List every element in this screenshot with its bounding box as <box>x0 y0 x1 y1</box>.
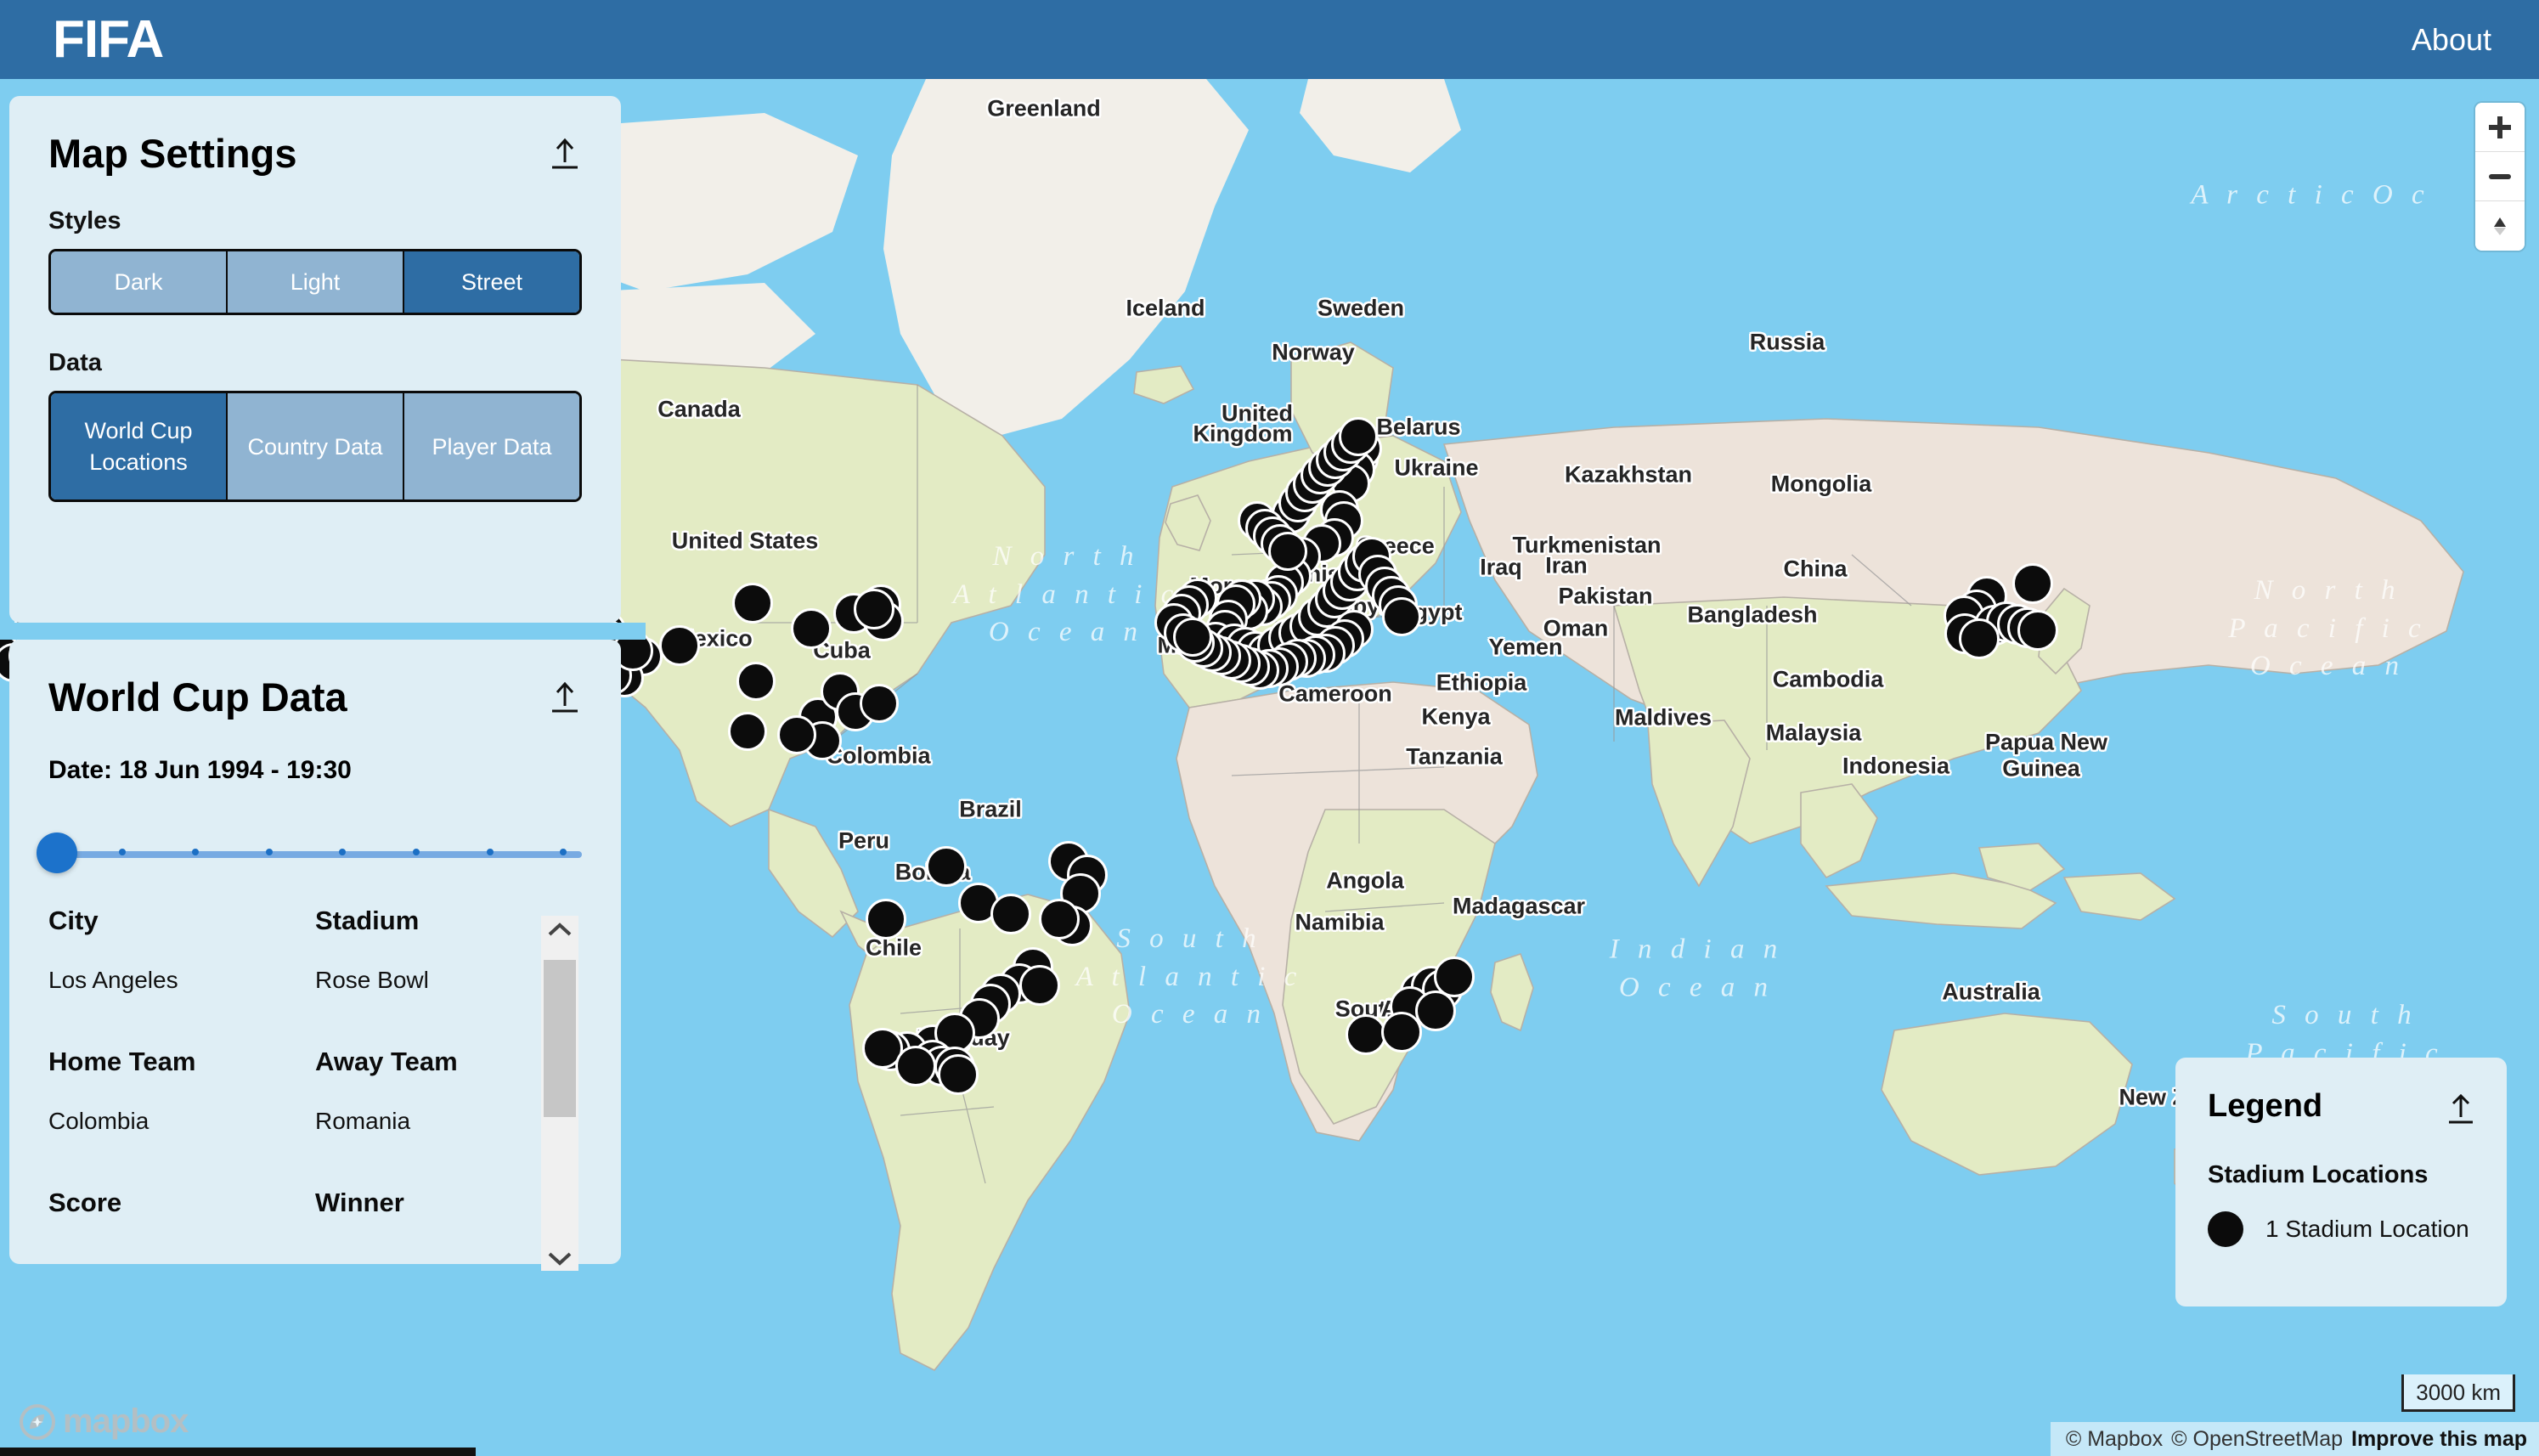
map-navigation-control[interactable] <box>2475 103 2525 251</box>
city-value: Los Angeles <box>48 967 178 993</box>
stadium-marker[interactable] <box>777 715 816 754</box>
slider-tick <box>339 849 347 855</box>
scrollbar-thumb[interactable] <box>544 960 576 1117</box>
legend-collapse-button[interactable] <box>2444 1092 2478 1129</box>
data-label: Data <box>48 349 102 377</box>
style-option-dark[interactable]: Dark <box>51 251 228 313</box>
stadium-marker[interactable] <box>938 1054 979 1095</box>
stadium-marker[interactable] <box>990 894 1031 934</box>
slider-tick <box>560 849 567 855</box>
slider-tick <box>486 849 494 855</box>
stadium-marker[interactable] <box>2012 563 2053 604</box>
stadium-marker[interactable] <box>866 899 906 940</box>
stadium-marker[interactable] <box>659 625 700 666</box>
stadium-marker[interactable] <box>1019 965 1060 1006</box>
stadium-marker[interactable] <box>728 712 767 751</box>
map-settings-header: Map Settings <box>9 96 621 173</box>
city-label: City <box>48 906 99 935</box>
stadium-marker[interactable] <box>1381 1012 1422 1052</box>
world-cup-header: World Cup Data <box>9 640 621 717</box>
stadium-marker[interactable] <box>1173 618 1212 657</box>
zoom-in-button[interactable] <box>2475 103 2525 152</box>
data-option-world-cup-locations[interactable]: World Cup Locations <box>51 393 228 500</box>
match-details-grid: City Stadium Los Angeles Rose Bowl Home … <box>48 906 582 1249</box>
data-option-country-data[interactable]: Country Data <box>228 393 404 500</box>
table-row: Home Team Away Team <box>48 1047 582 1108</box>
slider-tick <box>265 849 273 855</box>
legend-subtitle: Stadium Locations <box>2208 1161 2429 1188</box>
home-team-value: Colombia <box>48 1108 150 1134</box>
table-row: Los Angeles Rose Bowl <box>48 967 582 1047</box>
map-style-toggle-group[interactable]: Dark Light Street <box>48 249 582 316</box>
bottom-strip <box>0 1448 476 1456</box>
stadium-marker[interactable] <box>2017 610 2058 651</box>
slider-track[interactable] <box>48 851 582 858</box>
legend-header: Legend <box>2175 1058 2507 1127</box>
improve-map-link[interactable]: Improve this map <box>2351 1427 2527 1452</box>
stadium-marker[interactable] <box>1382 597 1421 636</box>
legend-panel: Legend Stadium Locations 1 Stadium Locat… <box>2175 1058 2507 1306</box>
compass-icon[interactable] <box>2475 201 2525 251</box>
legend-entry: 1 Stadium Location <box>2208 1211 2507 1247</box>
timeline-slider[interactable] <box>37 832 582 875</box>
map-settings-title: Map Settings <box>48 131 297 176</box>
table-row: Score Winner <box>48 1188 582 1249</box>
panel-divider <box>0 623 646 640</box>
map-settings-panel: Map Settings Styles Dark Light Street Da… <box>9 96 621 623</box>
world-cup-title: World Cup Data <box>48 674 347 720</box>
scroll-down-arrow-icon[interactable] <box>545 1249 574 1267</box>
map-settings-collapse-button[interactable] <box>548 135 582 172</box>
slider-tick <box>192 849 200 855</box>
mapbox-logo[interactable]: mapbox <box>19 1402 189 1441</box>
home-team-label: Home Team <box>48 1047 196 1076</box>
stadium-marker[interactable] <box>736 662 776 701</box>
match-details-list[interactable]: City Stadium Los Angeles Rose Bowl Home … <box>48 906 582 1271</box>
styles-label: Styles <box>48 207 121 234</box>
style-option-street[interactable]: Street <box>404 251 579 313</box>
score-label: Score <box>48 1188 122 1217</box>
mapbox-attribution-link[interactable]: © Mapbox <box>2066 1427 2163 1452</box>
style-option-light[interactable]: Light <box>228 251 404 313</box>
stadium-marker[interactable] <box>1039 899 1080 940</box>
stadium-marker[interactable] <box>1434 957 1475 997</box>
stadium-marker[interactable] <box>1339 417 1378 456</box>
details-scrollbar[interactable] <box>541 916 578 1271</box>
table-row: Colombia Romania <box>48 1108 582 1188</box>
about-link[interactable]: About <box>2412 22 2491 58</box>
stadium-marker[interactable] <box>854 589 894 629</box>
legend-entry-label: 1 Stadium Location <box>2265 1216 2469 1242</box>
table-row: City Stadium <box>48 906 582 967</box>
stadium-marker[interactable] <box>895 1046 936 1086</box>
zoom-out-button[interactable] <box>2475 152 2525 201</box>
osm-attribution-link[interactable]: © OpenStreetMap <box>2171 1427 2343 1452</box>
stadium-marker[interactable] <box>732 583 773 624</box>
slider-tick <box>118 849 126 855</box>
stadium-marker[interactable] <box>1268 532 1307 571</box>
stadium-marker[interactable] <box>791 608 832 649</box>
stadium-marker[interactable] <box>1959 618 2000 659</box>
match-date: Date: 18 Jun 1994 - 19:30 <box>48 756 352 784</box>
world-cup-collapse-button[interactable] <box>548 679 582 716</box>
legend-dot-icon <box>2208 1211 2243 1247</box>
mapbox-logo-text: mapbox <box>63 1402 189 1440</box>
stadium-marker[interactable] <box>926 846 967 887</box>
scroll-up-arrow-icon[interactable] <box>545 921 574 940</box>
map-attribution: © Mapbox © OpenStreetMap Improve this ma… <box>2050 1422 2539 1456</box>
slider-tick <box>413 849 420 855</box>
legend-title: Legend <box>2208 1088 2323 1124</box>
slider-thumb[interactable] <box>37 832 77 873</box>
data-option-player-data[interactable]: Player Data <box>404 393 579 500</box>
stadium-marker[interactable] <box>1346 1014 1386 1055</box>
brand-logo: FIFA <box>53 9 164 69</box>
scale-bar: 3000 km <box>2401 1374 2515 1412</box>
mapbox-mark-icon <box>20 1403 55 1440</box>
world-cup-data-panel: World Cup Data Date: 18 Jun 1994 - 19:30… <box>9 640 621 1271</box>
app-header: FIFA About <box>0 0 2539 79</box>
stadium-marker[interactable] <box>860 684 899 723</box>
data-toggle-group[interactable]: World Cup Locations Country Data Player … <box>48 391 582 503</box>
